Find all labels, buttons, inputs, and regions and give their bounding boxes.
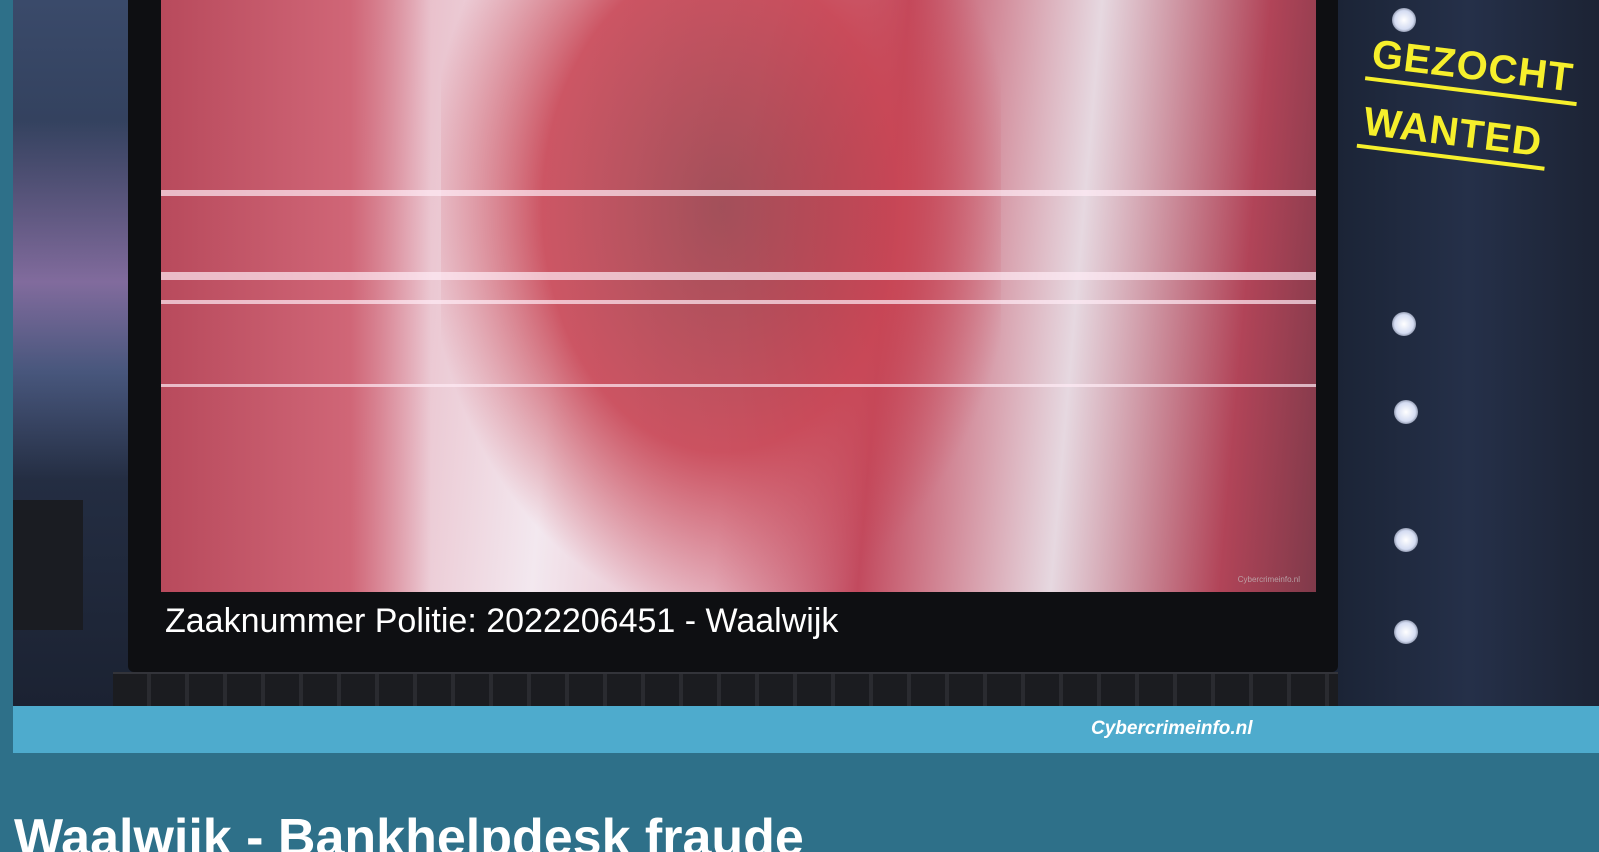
rack-led bbox=[1392, 8, 1416, 32]
stamp-line-wanted: WANTED bbox=[1356, 98, 1551, 171]
background-desk-object bbox=[13, 500, 83, 630]
rack-led bbox=[1394, 528, 1418, 552]
article-title: Waalwijk - Bankhelpdesk fraude bbox=[14, 809, 804, 852]
suspect-arm bbox=[161, 0, 431, 592]
article-hero-image: Cybercrimeinfo.nl Zaaknummer Politie: 20… bbox=[13, 0, 1599, 706]
image-credit-bar: Cybercrimeinfo.nl bbox=[13, 706, 1599, 753]
laptop-screen-video: Cybercrimeinfo.nl bbox=[161, 0, 1316, 592]
wanted-stamp: GEZOCHT WANTED bbox=[1353, 30, 1599, 208]
case-number-caption: Zaaknummer Politie: 2022206451 - Waalwij… bbox=[165, 602, 839, 640]
suspect-red-hoodie bbox=[441, 0, 1001, 592]
glitch-line bbox=[161, 272, 1316, 280]
glitch-line bbox=[161, 300, 1316, 304]
rack-led bbox=[1392, 312, 1416, 336]
screen-watermark: Cybercrimeinfo.nl bbox=[1237, 575, 1300, 584]
glitch-line bbox=[161, 190, 1316, 196]
rack-led bbox=[1394, 400, 1418, 424]
image-credit-text: Cybercrimeinfo.nl bbox=[1091, 718, 1253, 739]
laptop-keyboard bbox=[113, 672, 1373, 706]
rack-led bbox=[1394, 620, 1418, 644]
glitch-line bbox=[161, 384, 1316, 387]
